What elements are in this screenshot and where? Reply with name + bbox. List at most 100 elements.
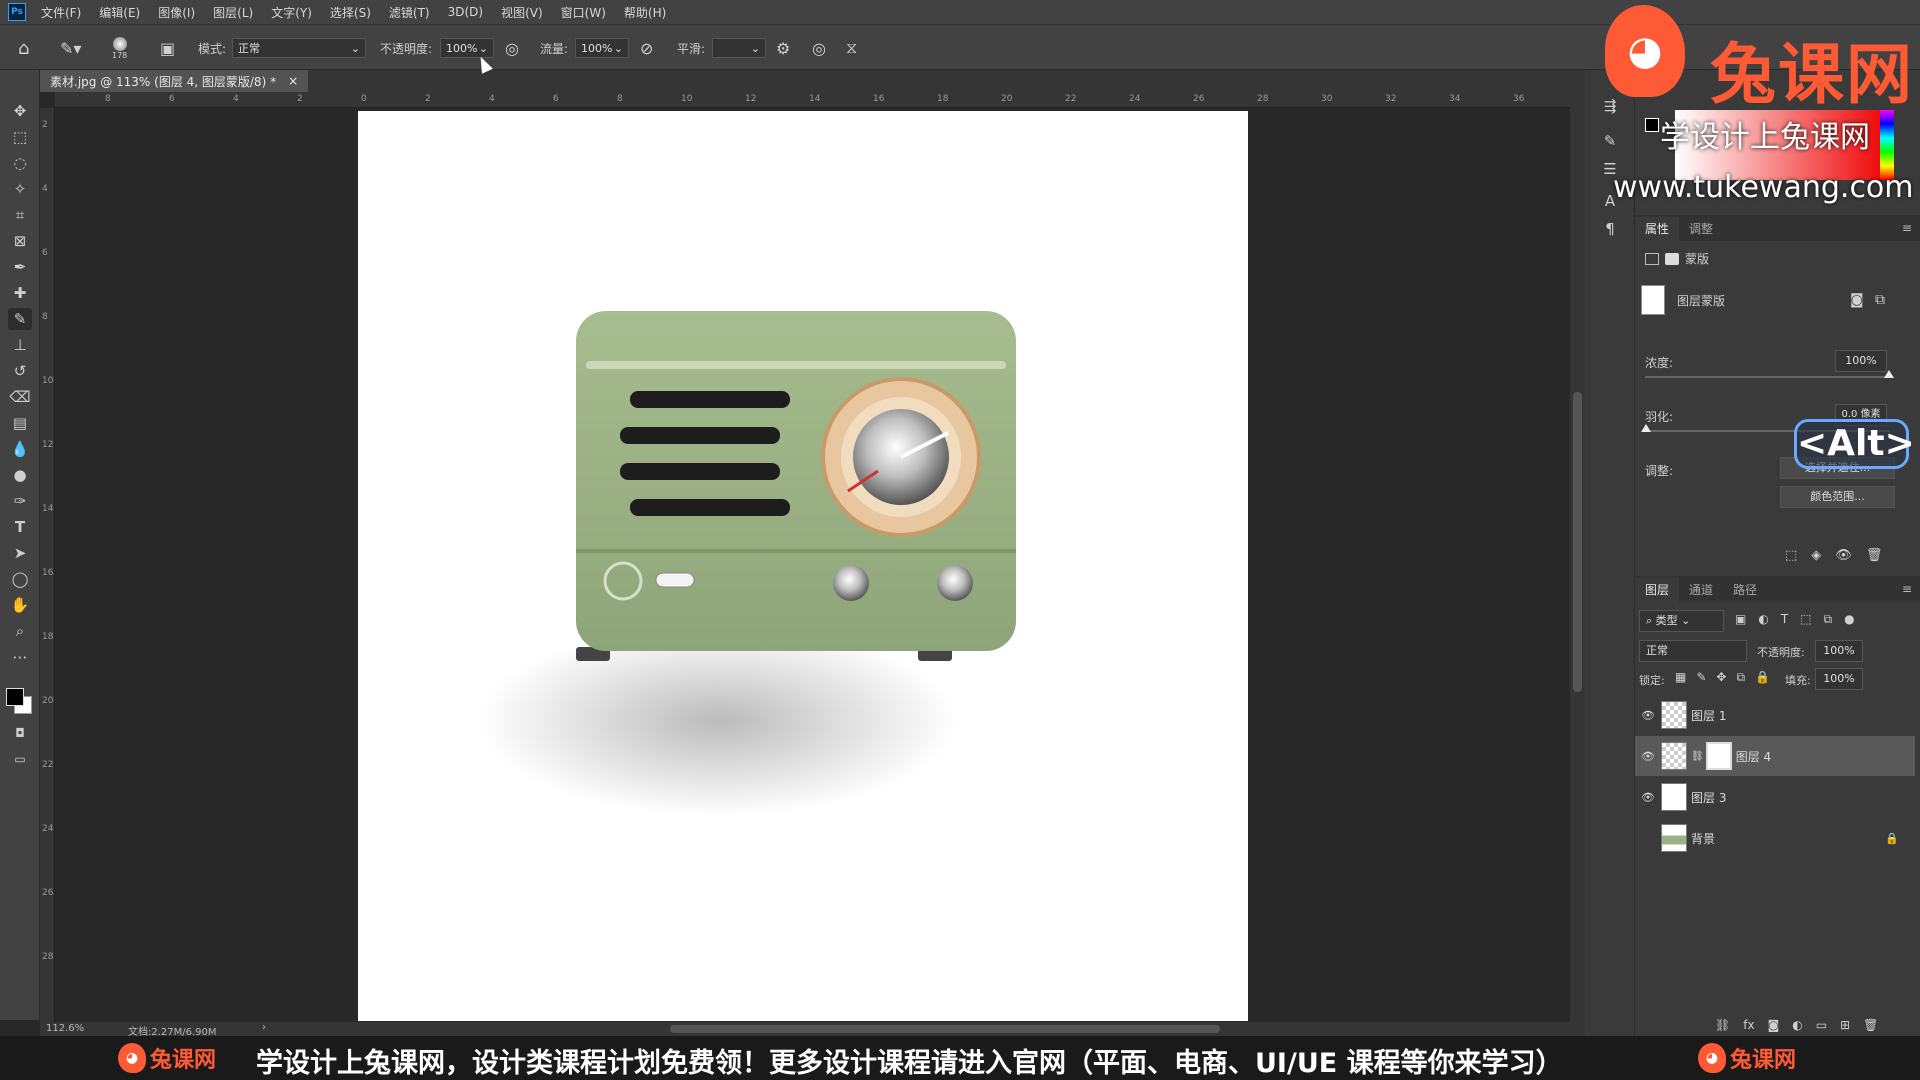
visibility-eye-icon[interactable]: 👁: [1635, 791, 1661, 804]
foreground-color-swatch[interactable]: [6, 688, 24, 706]
airbrush-icon[interactable]: ⊘: [640, 25, 653, 71]
menu-image[interactable]: 图像(I): [149, 4, 204, 21]
tab-layers[interactable]: 图层: [1635, 578, 1680, 602]
lock-pixels-icon[interactable]: ✎: [1696, 670, 1706, 685]
lock-artboard-icon[interactable]: ⧉: [1736, 670, 1745, 685]
zoom-level[interactable]: 112.6%: [46, 1023, 84, 1034]
adjustment-layer-icon[interactable]: ◐: [1792, 1018, 1802, 1032]
layer-row[interactable]: 👁 ⛓ 图层 4: [1635, 736, 1915, 776]
layer-row[interactable]: 👁 图层 1: [1635, 695, 1915, 735]
layer-style-icon[interactable]: fx: [1743, 1018, 1754, 1032]
pressure-size-icon[interactable]: ◎: [812, 25, 826, 71]
density-slider-handle[interactable]: [1884, 370, 1894, 378]
quick-mask-icon[interactable]: ◘: [8, 722, 32, 744]
crop-tool-icon[interactable]: ⌗: [8, 204, 32, 226]
chevron-right-icon[interactable]: ›: [262, 1022, 266, 1033]
flow-input[interactable]: 100% ⌄: [575, 38, 629, 58]
filter-toggle-icon[interactable]: ●: [1844, 612, 1854, 627]
frame-tool-icon[interactable]: ⊠: [8, 230, 32, 252]
type-tool-icon[interactable]: T: [8, 516, 32, 538]
load-selection-icon[interactable]: ⬚: [1785, 548, 1797, 563]
menu-filter[interactable]: 滤镜(T): [380, 4, 439, 21]
path-selection-tool-icon[interactable]: ➤: [8, 542, 32, 564]
magic-wand-tool-icon[interactable]: ✧: [8, 178, 32, 200]
visibility-eye-icon[interactable]: 👁: [1835, 548, 1852, 563]
menu-edit[interactable]: 编辑(E): [90, 4, 149, 21]
feather-slider-handle[interactable]: [1641, 424, 1651, 432]
density-input[interactable]: 100%: [1835, 350, 1887, 372]
stamp-tool-icon[interactable]: ⊥: [8, 334, 32, 356]
horizontal-scrollbar-thumb[interactable]: [670, 1025, 1220, 1033]
symmetry-icon[interactable]: ⧖: [846, 25, 857, 71]
tab-properties[interactable]: 属性: [1635, 217, 1680, 241]
dodge-tool-icon[interactable]: ●: [8, 464, 32, 486]
home-icon[interactable]: ⌂: [18, 25, 29, 71]
gradient-tool-icon[interactable]: ▤: [8, 412, 32, 434]
menu-window[interactable]: 窗口(W): [552, 4, 615, 21]
healing-brush-tool-icon[interactable]: ✚: [8, 282, 32, 304]
fill-input[interactable]: 100%: [1815, 668, 1863, 690]
filter-adjustment-icon[interactable]: ◐: [1758, 612, 1768, 627]
blur-tool-icon[interactable]: 💧: [8, 438, 32, 460]
document-canvas[interactable]: [358, 111, 1248, 1021]
filter-smart-object-icon[interactable]: ⧉: [1824, 612, 1833, 627]
link-layers-icon[interactable]: ⛓: [1715, 1018, 1730, 1032]
tab-adjustments[interactable]: 调整: [1679, 217, 1723, 241]
trash-icon[interactable]: 🗑: [1863, 1018, 1878, 1032]
eraser-tool-icon[interactable]: ⌫: [8, 386, 32, 408]
layer-opacity-input[interactable]: 100%: [1815, 640, 1863, 662]
more-tools-icon[interactable]: ⋯: [8, 646, 32, 668]
photoshop-logo-icon[interactable]: Ps: [8, 3, 26, 21]
add-vector-mask-icon[interactable]: ⧉: [1875, 292, 1885, 308]
add-mask-icon[interactable]: ◙: [1768, 1018, 1780, 1032]
density-slider[interactable]: [1645, 376, 1890, 378]
mode-select[interactable]: 正常 ⌄: [232, 38, 366, 58]
ellipse-tool-icon[interactable]: ◯: [8, 568, 32, 590]
new-layer-icon[interactable]: ⊞: [1840, 1018, 1850, 1032]
layer-row[interactable]: 👁 图层 3: [1635, 777, 1915, 817]
blend-mode-select[interactable]: 正常: [1639, 640, 1747, 662]
history-brush-tool-icon[interactable]: ↺: [8, 360, 32, 382]
lock-all-icon[interactable]: 🔒: [1755, 670, 1770, 685]
new-group-icon[interactable]: ▭: [1816, 1018, 1827, 1032]
color-foreground-swatch[interactable]: [1645, 118, 1659, 132]
gear-icon[interactable]: ⚙: [776, 25, 790, 71]
trash-icon[interactable]: 🗑: [1866, 548, 1883, 563]
visibility-eye-icon[interactable]: 👁: [1635, 709, 1661, 722]
zoom-tool-icon[interactable]: ⌕: [8, 620, 32, 642]
link-icon[interactable]: ⛓: [1691, 751, 1704, 762]
document-tab[interactable]: 素材.jpg @ 113% (图层 4, 图层蒙版/8) * ×: [40, 70, 309, 92]
hand-tool-icon[interactable]: ✋: [8, 594, 32, 616]
brush-settings-icon[interactable]: ▣: [160, 25, 175, 71]
menu-3d[interactable]: 3D(D): [439, 5, 492, 19]
filter-pixel-icon[interactable]: ▣: [1735, 612, 1746, 627]
brush-preset-picker[interactable]: 178: [112, 25, 127, 71]
scrollbar-thumb[interactable]: [1573, 392, 1582, 692]
vector-mask-icon[interactable]: [1665, 252, 1679, 265]
brush-settings-panel-icon[interactable]: ✎: [1598, 130, 1622, 152]
color-range-button[interactable]: 颜色范围...: [1780, 486, 1895, 508]
lock-transparency-icon[interactable]: ▦: [1675, 670, 1686, 685]
layer-mask-thumbnail[interactable]: [1705, 742, 1732, 770]
pressure-opacity-icon[interactable]: ◎: [505, 25, 519, 71]
vertical-scrollbar[interactable]: [1570, 92, 1585, 1022]
smoothing-input[interactable]: ⌄: [712, 38, 766, 58]
menu-help[interactable]: 帮助(H): [615, 4, 675, 21]
pen-tool-icon[interactable]: ✑: [8, 490, 32, 512]
tab-channels[interactable]: 通道: [1679, 578, 1723, 602]
filter-shape-icon[interactable]: ⬚: [1800, 612, 1811, 627]
panel-menu-icon[interactable]: ≡: [1894, 221, 1920, 241]
lasso-tool-icon[interactable]: ◌: [8, 152, 32, 174]
menu-file[interactable]: 文件(F): [32, 4, 90, 21]
menu-type[interactable]: 文字(Y): [262, 4, 321, 21]
brush-tool-icon[interactable]: ✎: [8, 308, 32, 330]
close-icon[interactable]: ×: [288, 74, 298, 88]
marquee-tool-icon[interactable]: ⬚: [8, 126, 32, 148]
menu-layer[interactable]: 图层(L): [204, 4, 262, 21]
apply-mask-icon[interactable]: ◈: [1811, 548, 1821, 563]
layer-mask-thumbnail[interactable]: [1641, 285, 1665, 315]
menu-select[interactable]: 选择(S): [321, 4, 380, 21]
paragraph-panel-icon[interactable]: ¶: [1598, 218, 1622, 240]
tab-paths[interactable]: 路径: [1723, 578, 1767, 602]
pixel-mask-icon[interactable]: [1645, 252, 1659, 265]
